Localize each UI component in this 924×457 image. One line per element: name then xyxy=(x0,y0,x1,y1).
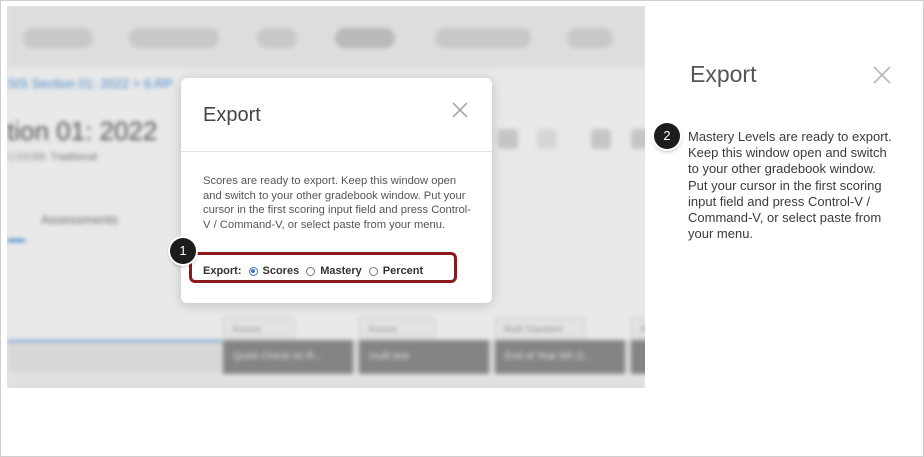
panel-close-button[interactable] xyxy=(872,65,892,85)
step-1-badge: 1 xyxy=(170,238,196,264)
close-icon xyxy=(873,66,891,84)
panel-title: Export xyxy=(690,61,757,87)
close-icon xyxy=(452,102,468,118)
modal-title: Export xyxy=(203,104,261,126)
step-2-badge: 2 xyxy=(654,123,680,149)
export-options-highlight xyxy=(189,252,457,283)
modal-divider xyxy=(181,151,492,152)
panel-description: Mastery Levels are ready to export. Keep… xyxy=(688,129,892,242)
modal-close-button[interactable] xyxy=(450,100,470,120)
modal-body-text: Scores are ready to export. Keep this wi… xyxy=(203,175,471,231)
